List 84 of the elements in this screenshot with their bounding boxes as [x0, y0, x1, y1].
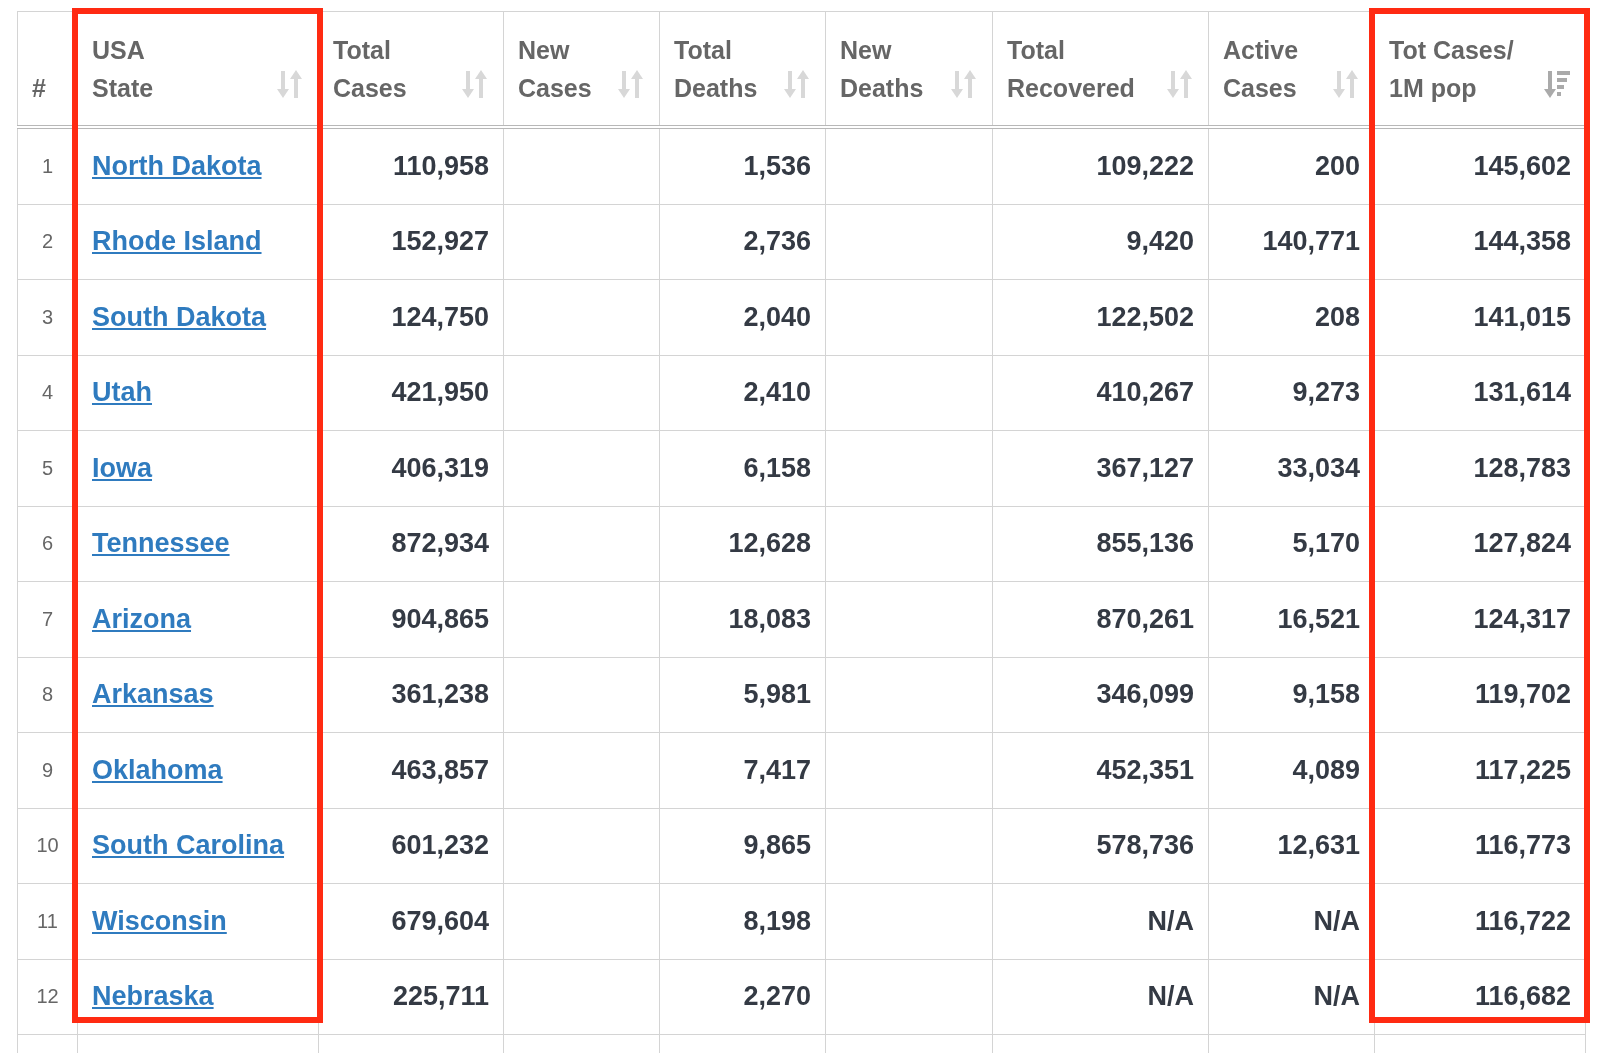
sort-icon[interactable] [461, 69, 489, 99]
table-cell: 124,750 [391, 301, 489, 332]
table-cell: 208 [1314, 301, 1360, 332]
table-cell: 109,222 [1096, 150, 1194, 181]
table-cell: 452,351 [1096, 754, 1194, 785]
table-cell: 110,958 [392, 150, 489, 181]
table-cell: 140,771 [1262, 226, 1360, 257]
row-number: 8 [41, 683, 54, 706]
table-cell: 145,602 [1473, 150, 1571, 181]
row-number: 6 [41, 532, 54, 555]
sort-icon[interactable] [950, 69, 978, 99]
table-cell: 152,927 [391, 226, 489, 257]
table-cell: 7,417 [743, 754, 811, 785]
table-cell: 421,950 [391, 377, 489, 408]
table-cell: 2,410 [743, 377, 811, 408]
state-link[interactable]: Arizona [92, 603, 191, 634]
table-cell: N/A [1313, 981, 1360, 1012]
table-cell: 872,934 [391, 528, 489, 559]
table-cell: 2,040 [743, 301, 811, 332]
table-cell: 131,614 [1473, 377, 1571, 408]
table-cell: 128,783 [1473, 452, 1571, 483]
table-cell: 18,083 [728, 603, 811, 634]
sort-icon[interactable] [617, 69, 645, 99]
state-link[interactable]: Utah [92, 377, 152, 408]
table-cell: 6,158 [743, 452, 811, 483]
table-cell: 9,158 [1292, 679, 1360, 710]
table-cell: N/A [1313, 905, 1360, 936]
row-number: 1 [41, 154, 54, 177]
table-cell: 463,857 [391, 754, 489, 785]
table-cell: 410,267 [1096, 377, 1194, 408]
table-cell: 225,711 [392, 981, 489, 1012]
table-cell: 9,865 [743, 830, 811, 861]
table-cell: 5,170 [1292, 528, 1360, 559]
sort-icon[interactable] [1332, 69, 1360, 99]
table-cell: 346,099 [1096, 679, 1194, 710]
row-number: 9 [41, 758, 54, 781]
table-cell: 16,521 [1277, 603, 1360, 634]
table-cell: 2,270 [743, 981, 811, 1012]
table-cell: 367,127 [1096, 452, 1194, 483]
sort-icon[interactable] [276, 69, 304, 99]
row-number: 2 [41, 230, 54, 253]
table-cell: 116,773 [1474, 830, 1571, 861]
table-cell: 679,604 [391, 905, 489, 936]
row-number: 11 [37, 909, 58, 932]
table-cell: 124,317 [1473, 603, 1571, 634]
table-cell: 361,238 [391, 679, 489, 710]
table-cell: 1,536 [743, 150, 811, 181]
table-cell: 9,420 [1126, 226, 1194, 257]
row-number: 4 [41, 381, 54, 404]
table-cell: 8,198 [743, 905, 811, 936]
table-cell: 601,232 [391, 830, 489, 861]
table-cell: 33,034 [1277, 452, 1360, 483]
table-cell: 870,261 [1096, 603, 1194, 634]
table-cell: 116,722 [1474, 905, 1571, 936]
table-cell: 4,089 [1292, 754, 1360, 785]
table-cell: 119,702 [1474, 679, 1571, 710]
sort-descending-icon[interactable] [1543, 69, 1571, 99]
table-cell: N/A [1147, 981, 1194, 1012]
table-cell: 578,736 [1096, 830, 1194, 861]
table-cell: 855,136 [1096, 528, 1194, 559]
table-cell: 200 [1314, 150, 1360, 181]
sort-icon[interactable] [1166, 69, 1194, 99]
table-cell: 117,225 [1474, 754, 1571, 785]
row-number: 3 [41, 305, 54, 328]
row-number: 5 [41, 456, 54, 479]
column-header[interactable]: # [32, 69, 46, 125]
table-cell: 9,273 [1292, 377, 1360, 408]
table-cell: 141,015 [1473, 301, 1571, 332]
table-cell: 2,736 [743, 226, 811, 257]
row-number: 10 [36, 834, 59, 857]
table-cell: 127,824 [1473, 528, 1571, 559]
table-cell: 12,628 [728, 528, 811, 559]
table-cell: 406,319 [391, 452, 489, 483]
table-cell: 904,865 [391, 603, 489, 634]
sort-icon[interactable] [783, 69, 811, 99]
state-link[interactable]: Iowa [92, 452, 152, 483]
table-cell: 144,358 [1473, 226, 1571, 257]
table-cell: 5,981 [743, 679, 811, 710]
table-cell: 122,502 [1096, 301, 1194, 332]
table-cell: 116,682 [1474, 981, 1571, 1012]
row-number: 7 [41, 607, 54, 630]
table-cell: 12,631 [1277, 830, 1360, 861]
row-number: 12 [36, 985, 59, 1008]
table-cell: N/A [1147, 905, 1194, 936]
